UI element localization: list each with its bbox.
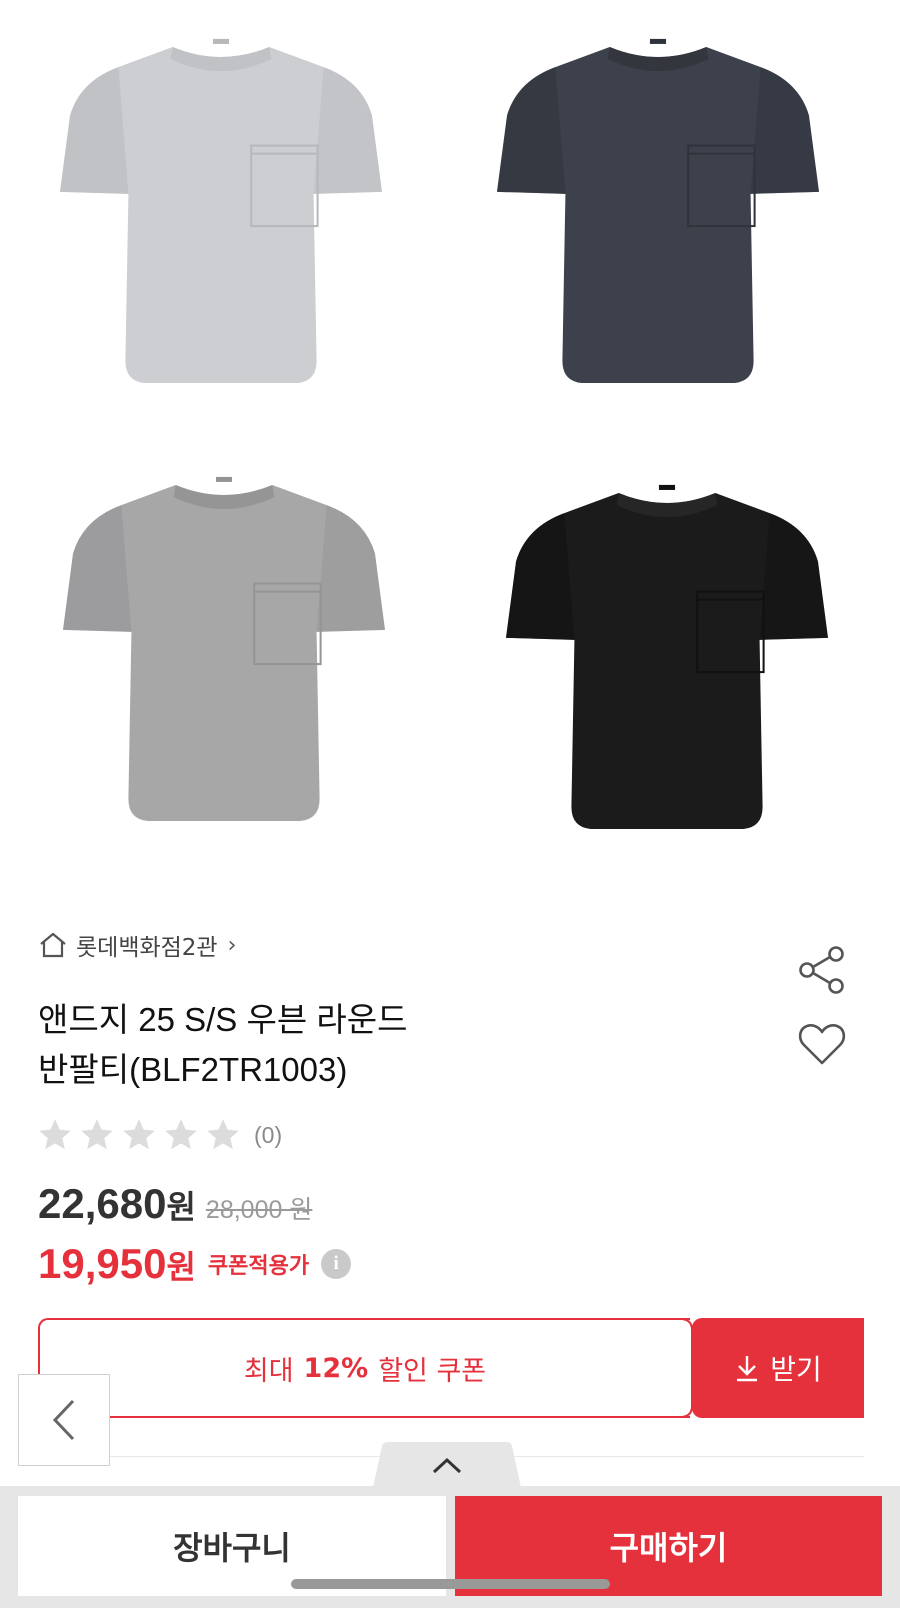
share-button[interactable]: [796, 944, 848, 996]
coupon-download-label: 받기: [770, 1353, 822, 1386]
coupon-price-value: 19,950: [38, 1240, 167, 1287]
tshirt-black-image: [506, 484, 828, 830]
product-title-line1: 앤드지 25 S/S 우븐 라운드: [38, 1001, 408, 1038]
star-icon: [81, 1119, 113, 1150]
share-icon: [799, 946, 844, 994]
original-price: 28,000 원: [205, 1196, 313, 1224]
store-name: 롯데백화점2관: [76, 935, 218, 961]
product-image-grid: [0, 0, 900, 895]
product-image-navy[interactable]: [497, 32, 819, 396]
star-icon: [207, 1119, 239, 1150]
product-image-grey[interactable]: [63, 470, 385, 834]
price-row: 22,680원 28,000 원: [38, 1180, 312, 1228]
star-icon: [165, 1119, 197, 1150]
sale-price-value: 22,680: [38, 1180, 167, 1227]
back-button[interactable]: [18, 1374, 110, 1466]
sale-price-unit: 원: [166, 1189, 196, 1225]
info-icon[interactable]: i: [321, 1249, 352, 1279]
tshirt-light-grey-image: [60, 38, 382, 384]
download-icon: [737, 1356, 758, 1382]
product-title-line2: 반팔티(BLF2TR1003): [38, 1051, 348, 1088]
star-icon: [39, 1119, 71, 1150]
heart-icon: [798, 1024, 846, 1065]
coupon-price: 19,950원: [38, 1240, 196, 1288]
drawer-handle[interactable]: [372, 1442, 522, 1492]
store-link[interactable]: 롯데백화점2관 ›: [38, 928, 236, 962]
coupon-prefix: 최대: [243, 1355, 294, 1387]
product-image-light-grey[interactable]: [60, 32, 382, 396]
rating[interactable]: (0): [36, 1116, 282, 1154]
wishlist-button[interactable]: [796, 1018, 848, 1070]
chevron-right-icon: ›: [227, 932, 237, 958]
coupon-download-button[interactable]: 받기: [692, 1318, 864, 1418]
home-icon: [40, 932, 66, 958]
sale-price: 22,680원: [38, 1180, 196, 1228]
tshirt-navy-image: [497, 38, 819, 384]
coupon-suffix: 할인 쿠폰: [378, 1355, 487, 1387]
coupon-price-row: 19,950원 쿠폰적용가 i: [38, 1240, 352, 1288]
coupon-price-unit: 원: [166, 1249, 196, 1285]
coupon-percent: 12%: [303, 1352, 369, 1384]
chevron-left-icon: [52, 1399, 75, 1441]
home-indicator: [291, 1579, 610, 1589]
review-count: (0): [254, 1121, 283, 1148]
product-title: 앤드지 25 S/S 우븐 라운드 반팔티(BLF2TR1003): [38, 995, 758, 1095]
coupon-price-label: 쿠폰적용가: [207, 1254, 310, 1279]
tshirt-grey-image: [63, 476, 385, 822]
product-image-black[interactable]: [506, 478, 828, 842]
star-icon: [123, 1119, 155, 1150]
coupon-banner[interactable]: 최대 12% 할인 쿠폰: [38, 1318, 690, 1418]
